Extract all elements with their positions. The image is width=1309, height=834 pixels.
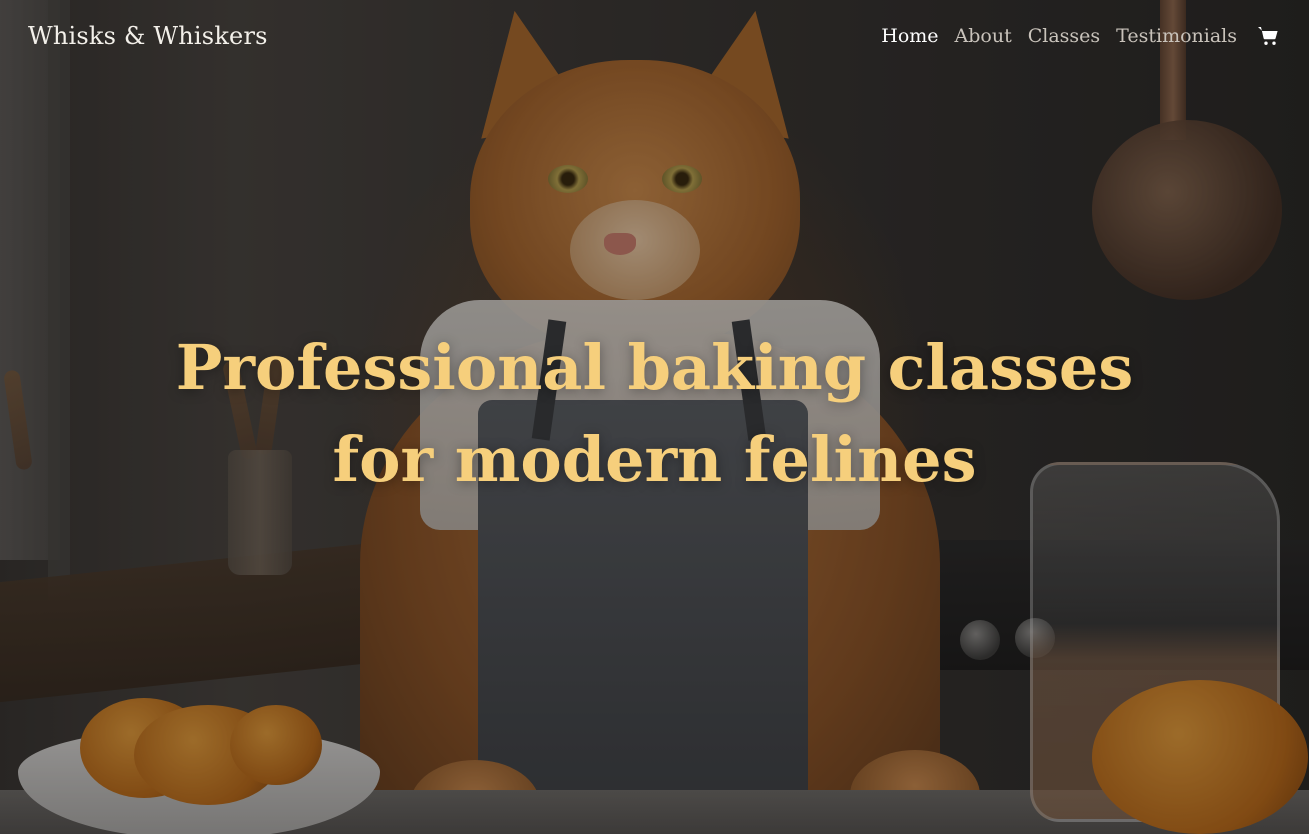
main-menu: Home About Classes Testimonials (881, 23, 1281, 49)
nav-link-home[interactable]: Home (881, 25, 938, 47)
hero-headline: Professional baking classes for modern f… (0, 322, 1309, 506)
nav-link-classes[interactable]: Classes (1028, 25, 1100, 47)
top-navigation: Whisks & Whiskers Home About Classes Tes… (0, 0, 1309, 72)
nav-link-about[interactable]: About (955, 25, 1012, 47)
cart-glyph (1258, 27, 1278, 45)
hero-section: Whisks & Whiskers Home About Classes Tes… (0, 0, 1309, 834)
nav-link-testimonials[interactable]: Testimonials (1116, 25, 1237, 47)
hero-headline-line-2: for modern felines (332, 423, 977, 496)
hero-headline-line-1: Professional baking classes (175, 331, 1134, 404)
shopping-cart-icon[interactable] (1255, 23, 1281, 49)
brand-logo-link[interactable]: Whisks & Whiskers (28, 22, 268, 50)
